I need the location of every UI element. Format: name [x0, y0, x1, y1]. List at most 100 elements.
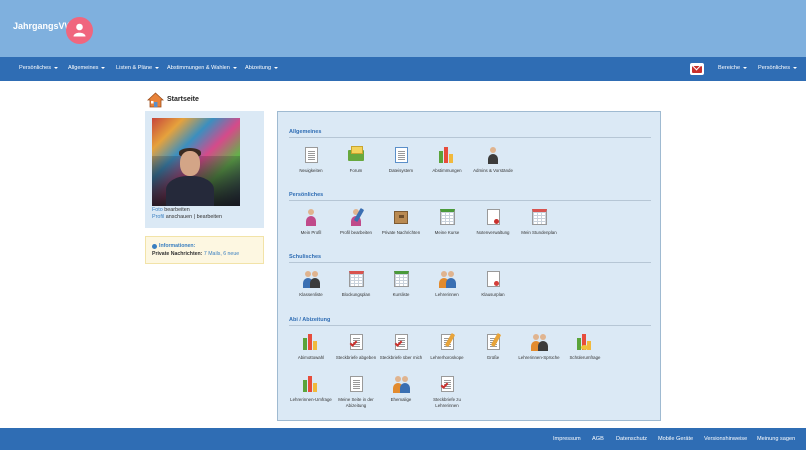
tile-mein-profil[interactable]: Mein Profil: [289, 208, 333, 236]
tile-notenverwaltung[interactable]: Notenverwaltung: [471, 208, 515, 236]
footer: Impressum AGB Datenschutz Mobile Geräte …: [0, 428, 806, 450]
tile-abimottowahl[interactable]: Abimottowahl: [289, 333, 333, 361]
chevron-down-icon: [101, 66, 106, 69]
tile-steckbriefe-lehrerinnen[interactable]: Steckbriefe zu Lehrerinnen: [425, 375, 469, 409]
teacher-quotes-icon: [530, 333, 548, 351]
teachers-icon: [438, 270, 456, 288]
profile-photo[interactable]: [152, 118, 240, 206]
tile-steckbriefe-ueber-mich[interactable]: Steckbriefe über mich: [379, 333, 423, 361]
tile-steckbriefe-abgeben[interactable]: Steckbriefe abgeben: [334, 333, 378, 361]
photo-edit-link[interactable]: bearbeiten: [164, 207, 189, 213]
profile-view-edit-links[interactable]: anschauen | bearbeiten: [166, 214, 222, 220]
course-sheet-icon: [438, 208, 456, 226]
user-icon: [73, 23, 86, 37]
greetings-icon: [484, 332, 502, 351]
chevron-down-icon: [793, 66, 798, 69]
admin-icon: [484, 146, 502, 164]
nav-abstimmungen-wahlen[interactable]: Abstimmungen & Wahlen: [167, 65, 237, 71]
section-title-allgemeines: Allgemeines: [289, 129, 322, 135]
brand-logo-text[interactable]: JahrgangsVW: [13, 21, 73, 31]
photo-link[interactable]: Foto: [152, 207, 163, 213]
chevron-down-icon: [232, 66, 237, 69]
tile-admins-vorstaende[interactable]: Admins & Vorstände: [471, 146, 515, 174]
nav-bereiche[interactable]: Bereiche: [718, 65, 748, 71]
profile-view-line: Profil anschauen | bearbeiten: [152, 214, 222, 220]
profile-submit-icon: [347, 333, 365, 351]
class-list-icon: [302, 270, 320, 288]
chevron-down-icon: [155, 66, 160, 69]
section-divider: [289, 325, 651, 326]
photo-edit-line: Foto bearbeiten: [152, 207, 190, 213]
tile-lehrerinnen-umfrage[interactable]: Lehrerinnen-Umfrage: [289, 375, 333, 403]
tile-schuelerumfrage[interactable]: Schülerumfrage: [563, 333, 607, 361]
teacher-profiles-icon: [438, 375, 456, 393]
nav-listen-plaene[interactable]: Listen & Pläne: [116, 65, 160, 71]
tile-meine-seite-abizeitung[interactable]: Meine Seite in der Abizeitung: [334, 375, 378, 409]
section-divider: [289, 137, 651, 138]
footer-link-versionshinweise[interactable]: Versionshinweise: [704, 436, 747, 442]
tile-meine-kurse[interactable]: Meine Kurse: [425, 208, 469, 236]
newspaper-icon: [302, 146, 320, 164]
nav-persoenliches-right[interactable]: Persönliches: [758, 65, 798, 71]
tile-ehemalige[interactable]: Ehemalige: [379, 375, 423, 403]
envelope-icon: [692, 65, 702, 73]
student-survey-icon: [576, 333, 594, 351]
timetable-icon: [530, 208, 548, 226]
tile-gruesse[interactable]: Grüße: [471, 332, 515, 361]
nav-persoenliches[interactable]: Persönliches: [19, 65, 59, 71]
page-title: Startseite: [167, 96, 199, 103]
user-avatar[interactable]: [66, 17, 93, 44]
tile-dateisystem[interactable]: Dateisystem: [379, 146, 423, 174]
my-page-icon: [347, 375, 365, 393]
course-list-icon: [392, 270, 410, 288]
tile-abstimmungen[interactable]: Abstimmungen: [425, 146, 469, 174]
tile-profil-bearbeiten[interactable]: Profil bearbeiten: [334, 207, 378, 236]
section-divider: [289, 262, 651, 263]
tile-mein-stundenplan[interactable]: Mein Stundenplan: [517, 208, 561, 236]
tile-klassenliste[interactable]: Klassenliste: [289, 270, 333, 298]
teacher-survey-icon: [302, 375, 320, 393]
tile-kursliste[interactable]: Kursliste: [379, 270, 423, 298]
nav-abizeitung[interactable]: Abizeitung: [245, 65, 279, 71]
dashboard-panel: Allgemeines Neuigkeiten Forum Dateisyste…: [277, 111, 661, 421]
mailbox-icon: [392, 208, 410, 226]
section-title-schulisches: Schulisches: [289, 254, 322, 260]
private-messages-label: Private Nachrichten:: [152, 251, 203, 257]
tile-klausurplan[interactable]: Klausurplan: [471, 270, 515, 298]
tile-lehrerinnen[interactable]: Lehrerinnen: [425, 270, 469, 298]
tile-neuigkeiten[interactable]: Neuigkeiten: [289, 146, 333, 174]
mail-button[interactable]: [690, 63, 704, 75]
tile-lehrerhoroskope[interactable]: Lehrerhoroskope: [425, 332, 469, 361]
profile-link[interactable]: Profil: [152, 214, 164, 220]
footer-link-agb[interactable]: AGB: [592, 436, 604, 442]
tile-forum[interactable]: Forum: [334, 146, 378, 174]
info-title: Informationen:: [159, 243, 196, 249]
footer-link-datenschutz[interactable]: Datenschutz: [616, 436, 647, 442]
home-icon: [147, 92, 164, 108]
bar-chart-icon: [438, 146, 456, 164]
section-title-abi-abizeitung: Abi / Abizeitung: [289, 317, 331, 323]
grades-icon: [484, 208, 502, 226]
top-banner: JahrgangsVW: [0, 0, 806, 57]
alumni-icon: [392, 375, 410, 393]
tile-lehrerinnen-sprueche[interactable]: Lehrerinnen-Sprüche: [517, 333, 561, 361]
exam-plan-icon: [484, 270, 502, 288]
chevron-down-icon: [54, 66, 59, 69]
tile-private-nachrichten[interactable]: Private Nachrichten: [379, 208, 423, 236]
block-plan-icon: [347, 270, 365, 288]
section-title-persoenliches: Persönliches: [289, 192, 324, 198]
nav-allgemeines[interactable]: Allgemeines: [68, 65, 106, 71]
private-messages-count[interactable]: 7 Mails, 6 neue: [204, 251, 239, 257]
tile-blockungsplan[interactable]: Blockungsplan: [334, 270, 378, 298]
profile-panel: Foto bearbeiten Profil anschauen | bearb…: [145, 111, 264, 228]
footer-link-mobile-geraete[interactable]: Mobile Geräte: [658, 436, 693, 442]
info-panel: Informationen: Private Nachrichten: 7 Ma…: [145, 236, 264, 264]
footer-link-impressum[interactable]: Impressum: [553, 436, 581, 442]
profile-about-me-icon: [392, 333, 410, 351]
teacher-horoscope-icon: [438, 332, 456, 351]
info-icon: [152, 243, 157, 249]
chevron-down-icon: [743, 66, 748, 69]
section-divider: [289, 200, 651, 201]
chevron-down-icon: [274, 66, 279, 69]
footer-link-meinung-sagen[interactable]: Meinung sagen: [757, 436, 795, 442]
